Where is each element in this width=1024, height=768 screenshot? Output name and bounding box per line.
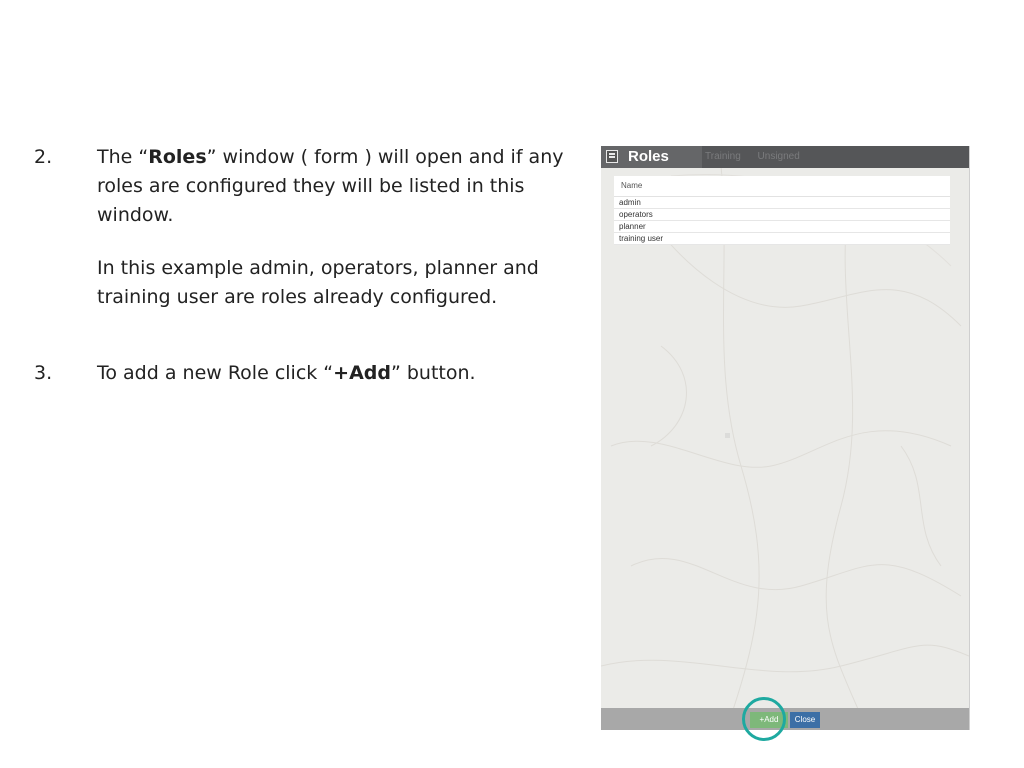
step-3: 3. To add a new Role click “+Add” button… [34, 359, 554, 391]
column-header-name[interactable]: Name [614, 176, 950, 197]
step-2: 2. The “Roles” window ( form ) will open… [34, 143, 563, 263]
table-row[interactable]: operators [614, 209, 950, 221]
step-3-text: To add a new Role click “+Add” button. [97, 359, 476, 388]
list-form-icon [606, 150, 618, 163]
step-3-text-post: ” button. [390, 362, 476, 384]
roles-table: Name admin operators planner training us… [614, 176, 950, 245]
background-tab-training: Training [705, 151, 741, 162]
title-bar: Roles Training Unsigned [601, 146, 969, 168]
step-2-number: 2. [34, 146, 53, 168]
step-3-number: 3. [34, 362, 53, 384]
step-3-bold: +Add [333, 362, 391, 384]
table-row[interactable]: admin [614, 197, 950, 209]
add-button-highlight [742, 697, 786, 741]
step-2-text-pre: The “ [97, 146, 149, 168]
table-row[interactable]: planner [614, 221, 950, 233]
background-tabs: Training Unsigned [705, 151, 814, 163]
window-title: Roles [628, 148, 669, 165]
step-2-bold: Roles [148, 146, 207, 168]
background-tab-unsigned: Unsigned [757, 151, 800, 162]
step-2-text: The “Roles” window ( form ) will open an… [97, 143, 567, 230]
step-3-text-pre: To add a new Role click “ [97, 362, 334, 384]
roles-window: Roles Training Unsigned Name admin opera… [601, 146, 969, 730]
close-button[interactable]: Close [790, 712, 820, 728]
table-row[interactable]: training user [614, 233, 950, 245]
step-2-note: In this example admin, operators, planne… [97, 257, 539, 308]
